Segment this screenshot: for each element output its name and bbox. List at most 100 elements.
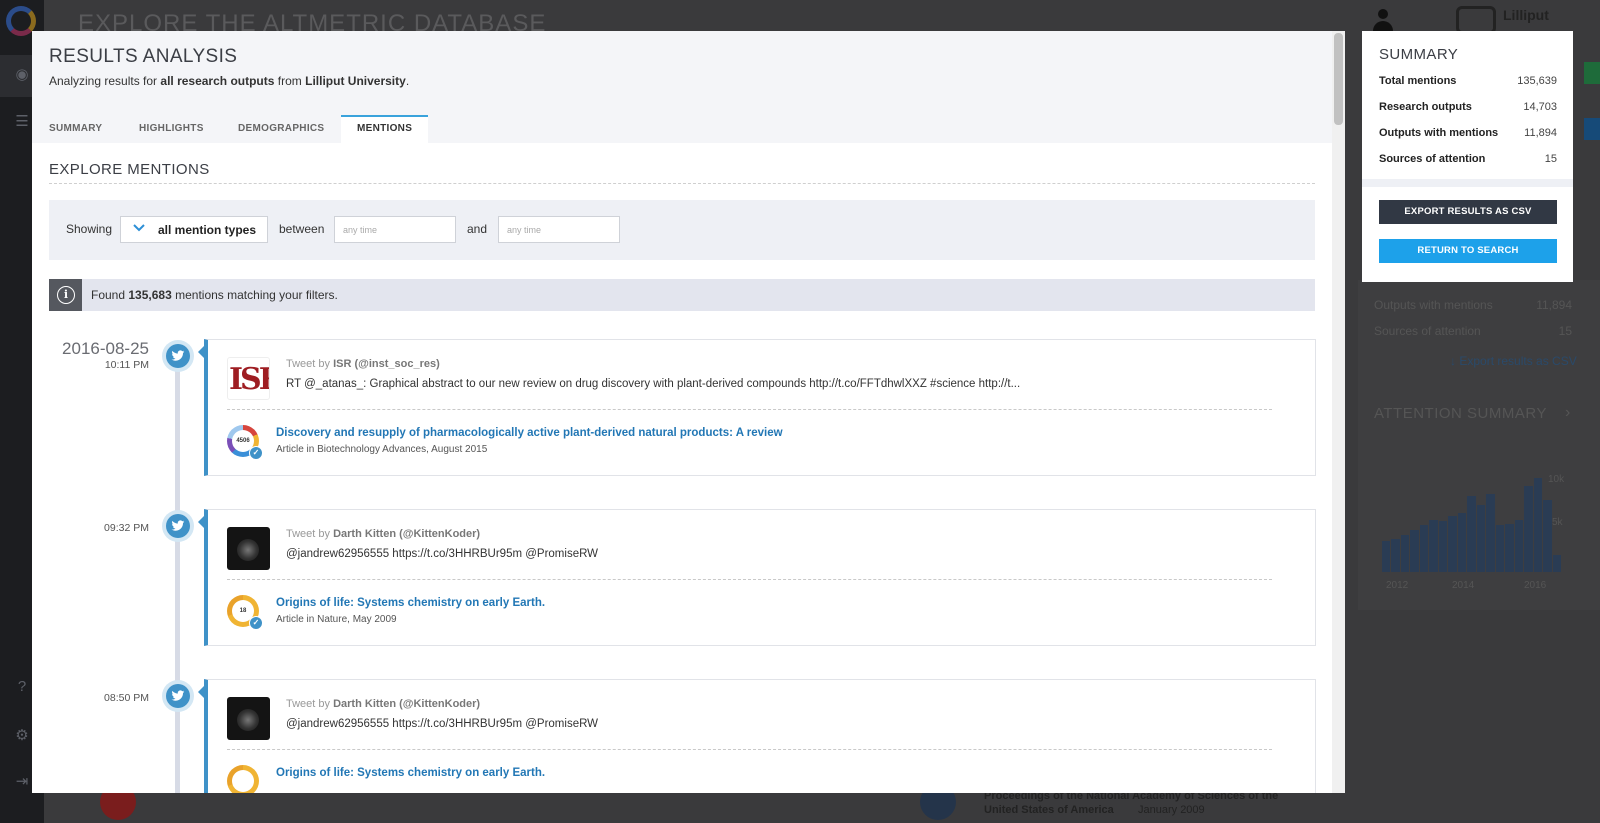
info-suffix: mentions matching your filters.	[175, 288, 338, 302]
summary-row-value: 15	[1544, 153, 1557, 165]
subtitle-prefix: Analyzing results for	[49, 74, 158, 88]
divider	[49, 183, 1315, 184]
altmetric-donut[interactable]: 18 ✓	[227, 595, 263, 630]
timeline-line	[175, 343, 180, 793]
info-icon-box: i	[49, 279, 82, 311]
modal-subtitle: Analyzing results for all research outpu…	[49, 74, 409, 88]
tweet-text: @jandrew62956555 https://t.co/3HHRBUr95m…	[286, 548, 599, 560]
attention-bar	[1400, 535, 1410, 572]
section-title: EXPLORE MENTIONS	[49, 161, 210, 178]
x-tick-label: 2014	[1452, 580, 1475, 591]
y-tick-label: 5k	[1552, 517, 1563, 528]
return-to-search-button[interactable]: RETURN TO SEARCH	[1379, 239, 1557, 263]
subtitle-institution: Lilliput University	[305, 74, 406, 88]
attention-bar	[1486, 494, 1495, 572]
check-icon: ✓	[249, 616, 263, 630]
results-info-bar: i Found 135,683 mentions matching your f…	[49, 279, 1315, 311]
subtitle-mid: from	[277, 74, 302, 88]
tweet-text: RT @_atanas_: Graphical abstract to our …	[286, 378, 1021, 390]
twitter-icon	[162, 510, 194, 542]
mention-time: 09:32 PM	[104, 522, 149, 534]
altmetric-donut[interactable]	[227, 765, 259, 793]
article-title-link[interactable]: Discovery and resupply of pharmacologica…	[276, 427, 783, 439]
modal-scrollbar-thumb[interactable]	[1334, 33, 1343, 125]
avatar-logo-text: ISR	[229, 362, 269, 397]
tweet-author[interactable]: Darth Kitten (@KittenKoder)	[333, 528, 480, 540]
mention-card: Tweet by Darth Kitten (@KittenKoder) @ja…	[198, 679, 1316, 793]
chevron-down-icon	[133, 224, 145, 232]
divider	[227, 409, 1272, 410]
avatar: ISR	[227, 357, 270, 400]
summary-title: SUMMARY	[1379, 46, 1459, 63]
attention-bar	[1505, 524, 1514, 572]
attention-bar	[1438, 521, 1448, 572]
article-meta: Article in Nature, May 2009	[276, 614, 397, 625]
tab-bar: SUMMARY HIGHLIGHTS DEMOGRAPHICS MENTIONS	[32, 115, 1332, 143]
and-label: and	[467, 222, 488, 236]
subtitle-scope: all research outputs	[160, 74, 275, 88]
tab-mentions[interactable]: MENTIONS	[341, 115, 429, 143]
attention-bar	[1495, 525, 1505, 572]
mentions-panel: EXPLORE MENTIONS Showing all mention typ…	[32, 143, 1332, 793]
y-tick-label: 10k	[1548, 474, 1565, 485]
mention-type-select[interactable]: all mention types	[120, 216, 268, 243]
tweet-attribution: Tweet by Darth Kitten (@KittenKoder)	[286, 528, 480, 540]
subtitle-suffix: .	[405, 74, 410, 88]
brand-name: Lilliput	[1503, 7, 1549, 23]
altmetric-donut[interactable]: 4506 ✓	[227, 425, 263, 460]
avatar	[227, 697, 270, 740]
background-attention-chart	[1382, 470, 1562, 572]
summary-row-value: 14,703	[1523, 101, 1557, 113]
background-row-value: 15	[1558, 324, 1572, 338]
results-count-text: Found 135,683 mentions matching your fil…	[91, 288, 338, 302]
attention-bar	[1552, 554, 1561, 572]
between-label: between	[279, 222, 325, 236]
article-title-link[interactable]: Origins of life: Systems chemistry on ea…	[276, 767, 545, 779]
attention-bar	[1457, 512, 1467, 572]
tab-demographics[interactable]: DEMOGRAPHICS	[238, 115, 324, 143]
mention-card: Tweet by Darth Kitten (@KittenKoder) @ja…	[198, 509, 1316, 646]
summary-row-label: Research outputs	[1379, 101, 1472, 113]
export-csv-button[interactable]: EXPORT RESULTS AS CSV	[1379, 200, 1557, 224]
attention-bar	[1391, 539, 1400, 572]
x-tick-label: 2016	[1524, 580, 1547, 591]
check-icon: ✓	[249, 446, 263, 460]
info-icon: i	[57, 286, 75, 304]
attention-bar	[1382, 541, 1391, 572]
tab-highlights[interactable]: HIGHLIGHTS	[139, 115, 204, 143]
info-prefix: Found	[91, 288, 126, 302]
tweet-by-label: Tweet by	[286, 358, 331, 370]
background-row-label: Outputs with mentions	[1374, 298, 1493, 312]
divider	[227, 579, 1272, 580]
modal-header: RESULTS ANALYSIS Analyzing results for a…	[32, 31, 1332, 143]
article-meta: Article in Biotechnology Advances, Augus…	[276, 444, 488, 455]
attention-bar	[1476, 504, 1486, 572]
mention-time: 10:11 PM	[104, 359, 149, 371]
results-count: 135,683	[128, 288, 172, 302]
background-article-meta: January 2009	[1138, 804, 1205, 816]
attention-bar	[1533, 478, 1543, 572]
attention-bar	[1543, 499, 1552, 572]
article-title-link[interactable]: Origins of life: Systems chemistry on ea…	[276, 597, 545, 609]
modal-scrollbar[interactable]	[1332, 31, 1345, 793]
divider	[1362, 179, 1573, 187]
gear-icon: ⚙	[15, 727, 29, 744]
twitter-icon	[162, 680, 194, 712]
user-icon	[1372, 9, 1394, 33]
tweet-author[interactable]: ISR (@inst_soc_res)	[333, 358, 440, 370]
tweet-by-label: Tweet by	[286, 698, 331, 710]
compass-icon: ◉	[15, 66, 29, 83]
tweet-by-label: Tweet by	[286, 528, 331, 540]
background-attention-title: ATTENTION SUMMARY	[1374, 405, 1547, 422]
date-to-input[interactable]	[498, 216, 620, 243]
tab-summary[interactable]: SUMMARY	[49, 115, 102, 143]
list-icon: ☰	[15, 113, 29, 130]
date-from-input[interactable]	[334, 216, 456, 243]
attention-bar	[1448, 515, 1457, 572]
results-analysis-modal: RESULTS ANALYSIS Analyzing results for a…	[32, 31, 1345, 793]
summary-row-label: Sources of attention	[1379, 153, 1486, 165]
tweet-author[interactable]: Darth Kitten (@KittenKoder)	[333, 698, 480, 710]
background-green-button	[1584, 62, 1600, 84]
filter-bar: Showing all mention types between and	[49, 200, 1315, 260]
attention-bar	[1429, 519, 1438, 572]
